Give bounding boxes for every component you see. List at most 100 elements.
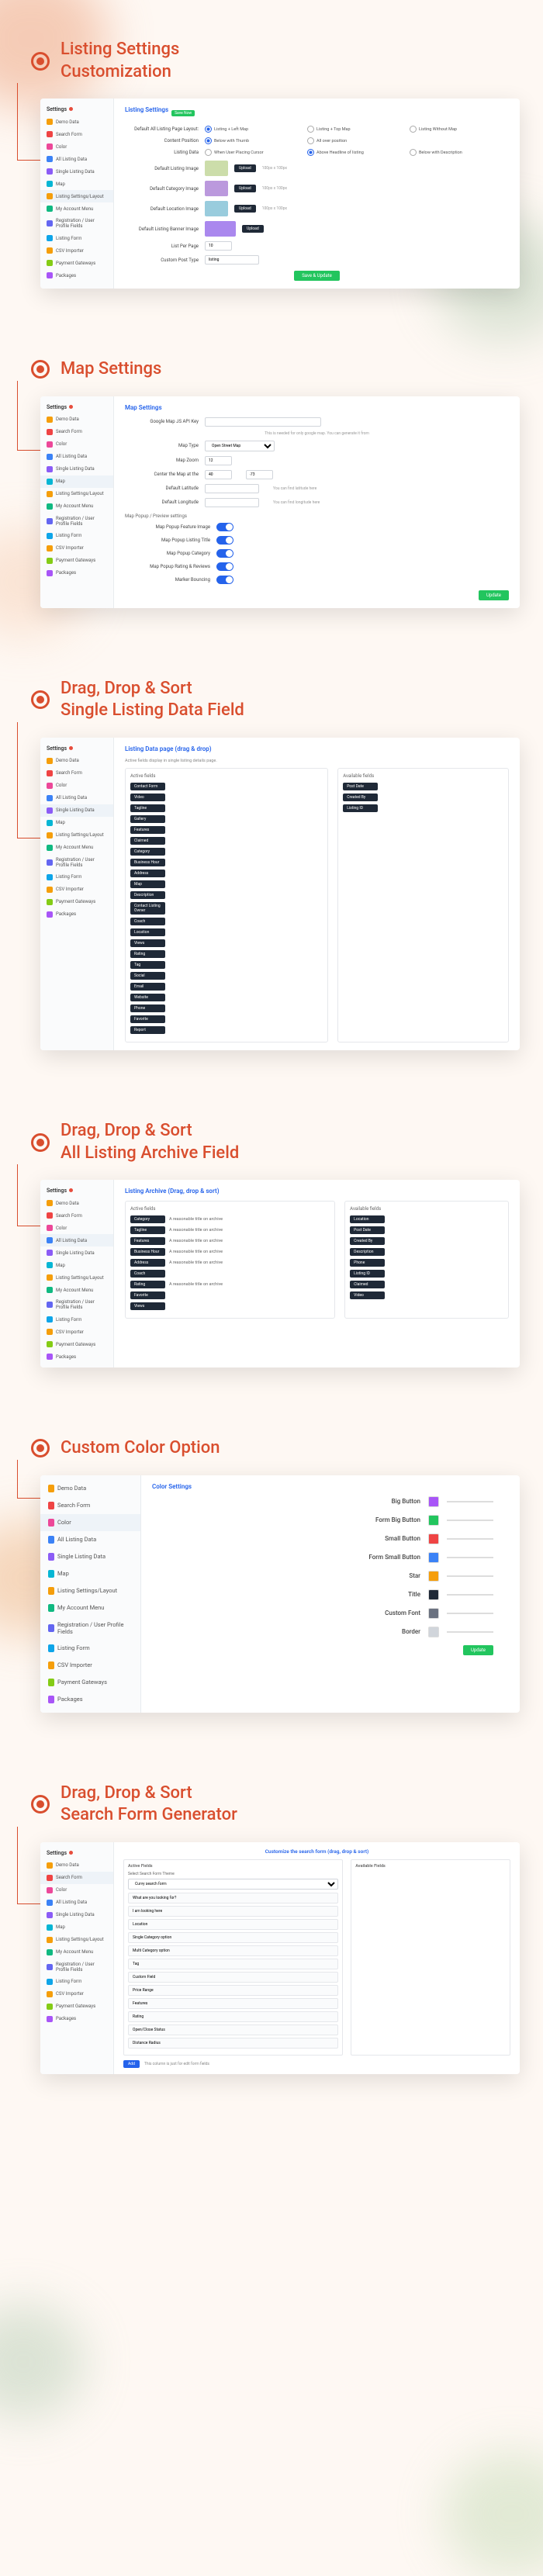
sidebar-item[interactable]: Search Form [40,128,113,140]
sidebar-item[interactable]: My Account Menu [40,1284,113,1296]
drag-item[interactable]: Email [130,983,323,991]
radio-option[interactable]: When User Placing Cursor [205,149,304,156]
search-field-item[interactable]: Features [128,1998,338,2009]
sidebar-item[interactable]: Listing Settings/Layout [40,1271,113,1284]
sidebar-item[interactable]: Listing Form [40,1976,113,1988]
sidebar-item[interactable]: Map [40,1259,113,1271]
drag-item[interactable]: Location [350,1215,503,1223]
sidebar-item[interactable]: All Listing Data [40,1531,140,1548]
sidebar-item[interactable]: CSV Importer [40,542,113,555]
sidebar-item[interactable]: Listing Form [40,530,113,542]
sidebar-item[interactable]: Single Listing Data [40,1247,113,1259]
save-badge[interactable]: Save Now [171,110,195,116]
sidebar-item[interactable]: Map [40,817,113,829]
lat-input[interactable] [205,470,232,479]
default-lat-input[interactable] [205,484,259,493]
sidebar-item[interactable]: Map [40,475,113,488]
sidebar-item[interactable]: My Account Menu [40,500,113,513]
color-swatch[interactable] [428,1533,439,1544]
radio-option[interactable]: Listing Without Map [410,126,509,133]
search-field-item[interactable]: Tag [128,1959,338,1969]
drag-item[interactable]: Business Hour [130,859,323,866]
toggle[interactable] [216,523,233,531]
sidebar-item[interactable]: Payment Gateways [40,2000,113,2013]
drag-item[interactable]: Video [350,1291,503,1299]
radio-option[interactable]: All over position [307,137,406,144]
drag-item[interactable]: Location [130,928,323,936]
sidebar-item[interactable]: Registration / User Profile Fields [40,215,113,232]
drag-item[interactable]: Description [350,1248,503,1256]
sidebar-item[interactable]: Listing Form [40,1313,113,1326]
sidebar-item[interactable]: Payment Gateways [40,555,113,567]
drag-item[interactable]: Post Date [343,783,503,790]
drag-item[interactable]: Claimed [130,837,323,845]
sidebar-item[interactable]: Single Listing Data [40,1548,140,1565]
toggle[interactable] [216,576,233,584]
sidebar-item[interactable]: Single Listing Data [40,165,113,178]
drag-item[interactable]: Listing ID [350,1270,503,1278]
per-page-input[interactable] [205,241,232,251]
drag-item[interactable]: Claimed [350,1281,503,1288]
search-field-item[interactable]: Single Category option [128,1932,338,1943]
drag-item[interactable]: Social [130,972,323,980]
update-button[interactable]: Update [463,1645,493,1655]
drag-item[interactable]: Favorite [130,1015,323,1023]
toggle[interactable] [216,562,233,571]
sidebar-item[interactable]: Listing Form [40,1640,140,1657]
sidebar-item[interactable]: Color [40,438,113,451]
sidebar-item[interactable]: CSV Importer [40,1657,140,1674]
sidebar-item[interactable]: Listing Settings/Layout [40,190,113,202]
sidebar-item[interactable]: Demo Data [40,413,113,426]
sidebar-item[interactable]: CSV Importer [40,1326,113,1338]
drag-item[interactable]: Tag [130,961,323,969]
drag-item[interactable]: Rating [130,950,323,958]
color-swatch[interactable] [428,1589,439,1600]
sidebar-item[interactable]: Color [40,780,113,792]
sidebar-item[interactable]: Single Listing Data [40,804,113,817]
upload-button[interactable]: Upload [234,205,256,213]
toggle[interactable] [216,549,233,558]
color-swatch[interactable] [428,1571,439,1582]
drag-item[interactable]: Website [130,994,323,1001]
drag-item[interactable]: Views [130,1302,330,1310]
drag-item[interactable]: Phone [130,1004,323,1012]
search-field-item[interactable]: Multi Category option [128,1945,338,1956]
drag-item[interactable]: Favorite [130,1291,330,1299]
sidebar-item[interactable]: Listing Form [40,232,113,244]
drag-item[interactable]: Description [130,891,323,899]
sidebar-item[interactable]: Demo Data [40,755,113,767]
drag-item[interactable]: Category [130,848,323,856]
sidebar-item[interactable]: Payment Gateways [40,1674,140,1691]
default-lng-input[interactable] [205,498,259,507]
update-button[interactable]: Update [479,590,509,600]
color-swatch[interactable] [428,1552,439,1563]
sidebar-item[interactable]: Single Listing Data [40,1909,113,1921]
sidebar-item[interactable]: Single Listing Data [40,463,113,475]
add-button[interactable]: Add [123,2060,140,2068]
sidebar-item[interactable]: All Listing Data [40,153,113,165]
sidebar-item[interactable]: Registration / User Profile Fields [40,854,113,871]
drag-item[interactable]: Listing ID [343,804,503,812]
drag-item[interactable]: RatingA reasonable title on archive [130,1281,330,1288]
upload-button[interactable]: Upload [242,225,264,233]
sidebar-item[interactable]: All Listing Data [40,1234,113,1247]
sidebar-item[interactable]: Demo Data [40,1859,113,1872]
color-swatch[interactable] [428,1496,439,1507]
sidebar-item[interactable]: Color [40,1222,113,1234]
sidebar-item[interactable]: Payment Gateways [40,896,113,908]
sidebar-item[interactable]: Demo Data [40,116,113,128]
sidebar-item[interactable]: Listing Settings/Layout [40,1582,140,1599]
sidebar-item[interactable]: Search Form [40,1497,140,1514]
color-swatch[interactable] [428,1627,439,1637]
radio-option[interactable]: Listing + Left Map [205,126,304,133]
lng-input[interactable] [246,470,273,479]
map-type-select[interactable]: Open Street Map [205,441,275,451]
drag-item[interactable]: Created By [350,1237,503,1245]
sidebar-item[interactable]: Packages [40,269,113,282]
sidebar-item[interactable]: Demo Data [40,1197,113,1209]
drag-item[interactable]: AddressA reasonable title on archive [130,1259,330,1267]
upload-button[interactable]: Upload [234,164,256,172]
radio-option[interactable]: Below with Description [410,149,509,156]
drag-item[interactable]: Phone [350,1259,503,1267]
drag-item[interactable]: TaglineA reasonable title on archive [130,1226,330,1234]
